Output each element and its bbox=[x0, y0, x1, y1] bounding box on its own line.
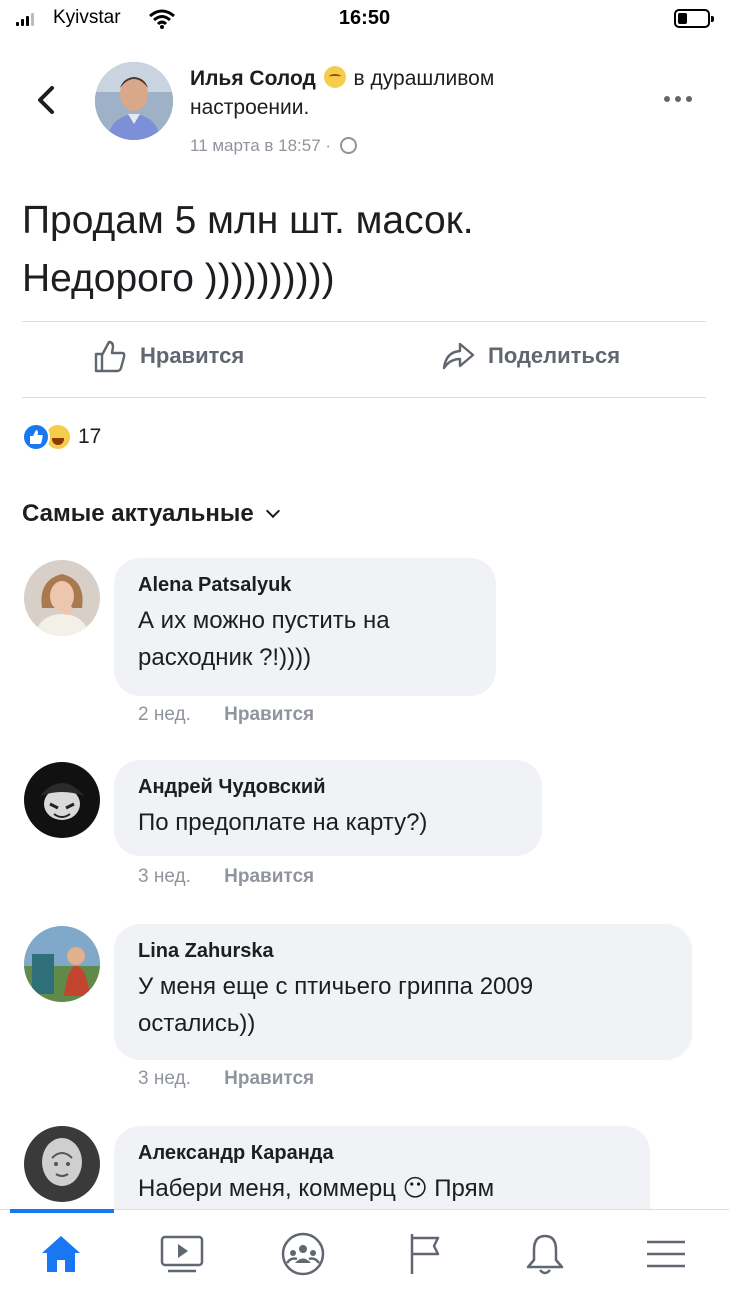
status-time: 16:50 bbox=[338, 7, 391, 29]
commenter-avatar[interactable] bbox=[24, 762, 100, 838]
nav-notifications[interactable] bbox=[484, 1210, 605, 1297]
comment-meta: 3 нед. Нравится bbox=[138, 1068, 314, 1090]
comment-bubble[interactable]: Alena Patsalyuk А их можно пустить на ра… bbox=[114, 558, 496, 696]
like-label: Нравится bbox=[140, 343, 245, 368]
commenter-avatar[interactable] bbox=[24, 1126, 100, 1202]
share-label: Поделиться bbox=[488, 343, 621, 368]
nav-menu[interactable] bbox=[605, 1210, 726, 1297]
active-tab-indicator bbox=[10, 1209, 114, 1213]
comment-sort-dropdown[interactable]: Самые актуальные bbox=[22, 500, 280, 528]
comment-meta: 3 нед. Нравится bbox=[138, 866, 314, 888]
commenter-avatar[interactable] bbox=[24, 560, 100, 636]
divider bbox=[22, 321, 706, 322]
chevron-down-icon bbox=[265, 503, 280, 519]
comment-like-link[interactable]: Нравится bbox=[224, 866, 314, 887]
menu-icon bbox=[646, 1240, 685, 1268]
commenter-name[interactable]: Андрей Чудовский bbox=[138, 774, 518, 800]
more-options-icon[interactable] bbox=[664, 96, 692, 102]
author-avatar[interactable] bbox=[95, 62, 173, 140]
pages-flag-icon bbox=[410, 1234, 439, 1274]
comment-text: А их можно пустить на расходник ?!)))) bbox=[138, 607, 390, 671]
comment-bubble[interactable]: Lina Zahurska У меня еще с птичьего грип… bbox=[114, 924, 692, 1060]
post-author-line: Илья Солод в дурашливом настроении. bbox=[190, 64, 610, 122]
commenter-name[interactable]: Lina Zahurska bbox=[138, 938, 668, 964]
thumbs-up-icon bbox=[94, 340, 126, 373]
nav-watch[interactable] bbox=[121, 1210, 242, 1297]
nav-home[interactable] bbox=[0, 1209, 121, 1297]
comment-time: 2 нед. bbox=[138, 704, 191, 725]
like-button[interactable]: Нравится bbox=[92, 338, 244, 374]
battery-icon bbox=[674, 9, 714, 28]
home-icon bbox=[41, 1236, 80, 1272]
comment-bubble[interactable]: Андрей Чудовский По предоплате на карту?… bbox=[114, 760, 542, 856]
comment-text: У меня еще с птичьего гриппа 2009 остали… bbox=[138, 973, 534, 1037]
nav-pages[interactable] bbox=[363, 1210, 484, 1297]
globe-icon bbox=[339, 137, 357, 154]
nav-groups[interactable] bbox=[242, 1210, 363, 1297]
comment-text: По предоплате на карту?) bbox=[138, 809, 428, 836]
comment-meta: 2 нед. Нравится bbox=[138, 704, 314, 726]
divider bbox=[22, 397, 706, 398]
notifications-bell-icon bbox=[526, 1234, 563, 1275]
groups-icon bbox=[281, 1232, 324, 1276]
commenter-name[interactable]: Alena Patsalyuk bbox=[138, 572, 472, 598]
post-timestamp[interactable]: 11 марта в 18:57 · bbox=[190, 136, 331, 155]
author-name[interactable]: Илья Солод bbox=[190, 67, 316, 90]
back-chevron-icon[interactable] bbox=[32, 80, 62, 120]
share-button[interactable]: Поделиться bbox=[440, 338, 620, 374]
commenter-avatar[interactable] bbox=[24, 926, 100, 1002]
comment-time: 3 нед. bbox=[138, 1068, 191, 1089]
comment-text: Набери меня, коммерц 😶 Прям bbox=[138, 1175, 495, 1202]
sort-label: Самые актуальные bbox=[22, 500, 254, 527]
post-meta: 11 марта в 18:57 · bbox=[190, 136, 357, 156]
share-arrow-icon bbox=[442, 342, 475, 370]
like-reaction-icon bbox=[22, 423, 50, 451]
reactions-summary[interactable]: 17 bbox=[22, 423, 101, 451]
video-icon bbox=[160, 1235, 203, 1273]
commenter-name[interactable]: Александр Каранда bbox=[138, 1140, 626, 1166]
comment-like-link[interactable]: Нравится bbox=[224, 704, 314, 725]
comment-time: 3 нед. bbox=[138, 866, 191, 887]
bottom-navigation bbox=[0, 1209, 729, 1297]
feeling-emoji-icon bbox=[323, 66, 346, 88]
post-text: Продам 5 млн шт. масок. Недорого )))))))… bbox=[22, 199, 474, 300]
comment-like-link[interactable]: Нравится bbox=[224, 1068, 314, 1089]
status-bar: Kyivstar 16:50 bbox=[0, 0, 729, 44]
reaction-count: 17 bbox=[78, 425, 102, 448]
